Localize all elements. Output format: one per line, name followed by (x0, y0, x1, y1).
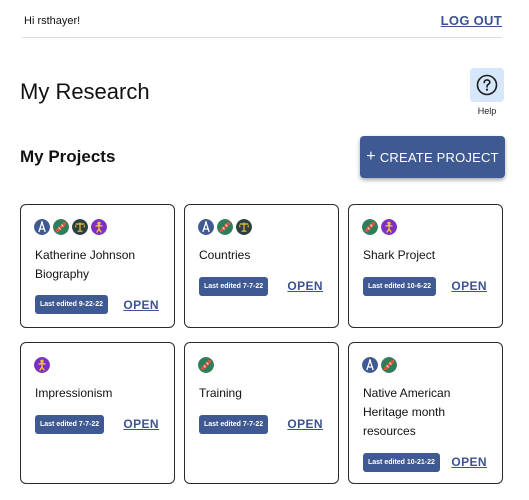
help-button[interactable] (470, 68, 504, 102)
person-icon (381, 219, 397, 235)
project-icons (362, 357, 397, 373)
compass-icon (34, 219, 50, 235)
open-link[interactable]: OPEN (123, 417, 159, 431)
dna-icon (381, 357, 397, 373)
compass-icon (362, 357, 378, 373)
open-link[interactable]: OPEN (287, 279, 323, 293)
person-icon (91, 219, 107, 235)
help-label: Help (477, 106, 497, 116)
open-link[interactable]: OPEN (123, 298, 159, 312)
dna-icon (217, 219, 233, 235)
dna-icon (362, 219, 378, 235)
last-edited-badge: Last edited 7-7-22 (35, 415, 105, 434)
plus-icon: + (366, 148, 376, 165)
top-bar: Hi rsthayer! LOG OUT (22, 0, 502, 38)
greeting-text: Hi rsthayer! (24, 15, 81, 27)
project-card[interactable]: Katherine Johnson Biography Last edited … (20, 204, 175, 328)
project-title: Impressionism (35, 386, 113, 400)
project-card[interactable]: Shark Project Last edited 10-6-22 OPEN (348, 204, 503, 328)
project-icons (34, 357, 50, 373)
project-title: Native American Heritage month resources (363, 386, 451, 438)
project-icons (198, 219, 252, 235)
project-title: Shark Project (363, 248, 436, 262)
project-card[interactable]: Impressionism Last edited 7-7-22 OPEN (20, 342, 175, 484)
last-edited-badge: Last edited 10-6-22 (363, 277, 437, 296)
dna-icon (198, 357, 214, 373)
section-title: My Projects (20, 147, 116, 166)
project-card[interactable]: Training Last edited 7-7-22 OPEN (184, 342, 339, 484)
page-title: My Research (20, 79, 150, 104)
open-link[interactable]: OPEN (451, 455, 487, 469)
project-title: Training (199, 386, 242, 400)
last-edited-badge: Last edited 9-22-22 (35, 295, 109, 314)
scale-icon (236, 219, 252, 235)
project-card[interactable]: Native American Heritage month resources… (348, 342, 503, 484)
help-icon (476, 74, 498, 96)
project-title: Countries (199, 248, 251, 262)
project-icons (34, 219, 107, 235)
scale-icon (72, 219, 88, 235)
open-link[interactable]: OPEN (451, 279, 487, 293)
project-title: Katherine Johnson Biography (35, 248, 136, 281)
last-edited-badge: Last edited 7-7-22 (199, 277, 269, 296)
person-icon (34, 357, 50, 373)
create-project-button[interactable]: + CREATE PROJECT (360, 136, 505, 178)
logout-link[interactable]: LOG OUT (441, 13, 502, 28)
help-control[interactable]: Help (470, 68, 504, 116)
create-project-label: CREATE PROJECT (379, 149, 499, 165)
last-edited-badge: Last edited 7-7-22 (199, 415, 269, 434)
project-icons (198, 357, 214, 373)
last-edited-badge: Last edited 10-21-22 (363, 453, 440, 472)
compass-icon (198, 219, 214, 235)
project-icons (362, 219, 397, 235)
open-link[interactable]: OPEN (287, 417, 323, 431)
dna-icon (53, 219, 69, 235)
project-card[interactable]: Countries Last edited 7-7-22 OPEN (184, 204, 339, 328)
